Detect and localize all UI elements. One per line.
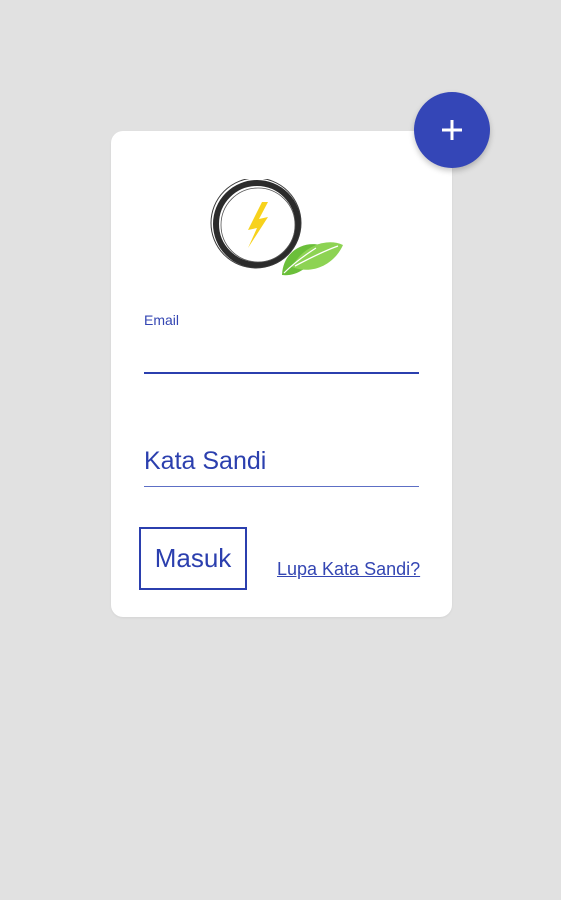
add-button[interactable] [414,92,490,168]
password-field[interactable] [144,443,419,487]
login-button[interactable]: Masuk [139,527,247,590]
email-label: Email [144,312,180,328]
email-field[interactable] [144,336,419,374]
lightning-leaf-logo-icon [210,177,343,276]
plus-icon [442,120,462,140]
app-logo [210,177,346,279]
forgot-password-link[interactable]: Lupa Kata Sandi? [277,559,420,580]
login-card: Email Masuk Lupa Kata Sandi? [111,131,452,617]
